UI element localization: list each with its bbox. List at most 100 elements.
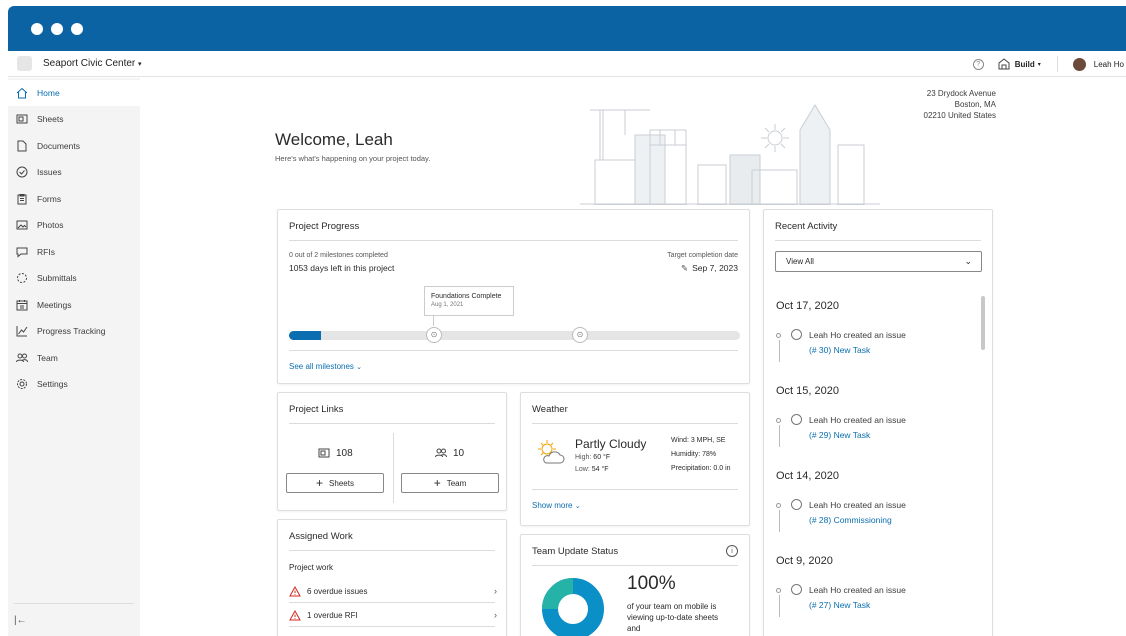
sidebar-item-team[interactable]: Team (8, 345, 140, 371)
card-title: Team Update Status (532, 546, 619, 557)
sidebar-item-label: Photos (37, 220, 64, 230)
show-more-link[interactable]: Show more ⌄ (532, 501, 581, 510)
window-maximize-dot[interactable] (71, 23, 83, 35)
activity-link[interactable]: (# 28) Commissioning (809, 515, 892, 525)
sidebar-divider (14, 603, 134, 604)
low-value: 54 °F (591, 466, 609, 473)
progress-bar-fill (289, 331, 321, 340)
team-count[interactable]: 10 (435, 447, 464, 459)
activity-link[interactable]: (# 27) New Task (809, 600, 870, 610)
target-date-value: Sep 7, 2023 (692, 263, 738, 273)
sidebar-item-photos[interactable]: Photos (8, 212, 140, 238)
button-label: Team (446, 478, 467, 488)
add-team-button[interactable]: + Team (401, 473, 499, 493)
question-circle-icon[interactable]: ? (972, 58, 984, 70)
add-sheets-button[interactable]: + Sheets (286, 473, 384, 493)
timeline-line (779, 425, 780, 447)
issue-check-icon (791, 329, 802, 340)
activity-link[interactable]: (# 30) New Task (809, 345, 870, 355)
line-chart-icon (16, 326, 28, 337)
milestone-marker[interactable]: ⊙ (572, 327, 588, 343)
activity-link[interactable]: (# 29) New Task (809, 430, 870, 440)
issue-check-icon (791, 414, 802, 425)
chevron-down-icon: ▾ (138, 61, 142, 68)
avatar[interactable] (1072, 57, 1086, 71)
see-all-milestones-link[interactable]: See all milestones ⌄ (289, 362, 362, 371)
activity-scrollbar[interactable] (981, 296, 985, 350)
main-content: 23 Drydock Avenue Boston, MA 02210 Unite… (140, 78, 1126, 636)
link-label: See all milestones (289, 362, 354, 371)
card-divider (289, 423, 495, 424)
sidebar-item-sheets[interactable]: Sheets (8, 106, 140, 132)
links-split-divider (393, 433, 394, 503)
address-line: 02210 United States (923, 111, 997, 120)
sheets-icon (16, 114, 28, 124)
activity-filter-select[interactable]: View All ⌄ (775, 251, 982, 272)
sidebar-item-forms[interactable]: Forms (8, 186, 140, 212)
activity-item: Leah Ho created an issue (# 27) New Task (776, 582, 976, 622)
chevron-down-icon: ⌄ (964, 256, 972, 266)
photo-icon (16, 220, 28, 230)
target-date[interactable]: ✎ Sep 7, 2023 (681, 263, 738, 274)
list-item[interactable]: 6 overdue issues › (289, 581, 497, 601)
team-status-percent: 100% (627, 573, 676, 594)
sidebar-item-home[interactable]: Home (8, 80, 140, 106)
activity-text: Leah Ho created an issue (809, 500, 906, 510)
team-update-status-card: Team Update Status i 100% of your team o… (520, 534, 750, 636)
user-name[interactable]: Leah Ho (1094, 60, 1124, 69)
timeline-line (779, 595, 780, 617)
clipboard-icon (17, 194, 27, 205)
timeline-dot (776, 503, 781, 508)
sidebar-item-label: RFIs (37, 247, 55, 257)
assigned-work-card: Assigned Work Project work 6 overdue iss… (277, 519, 507, 636)
sheets-count[interactable]: 108 (318, 447, 353, 459)
chevron-right-icon: › (494, 586, 497, 596)
recent-activity-card: Recent Activity View All ⌄ Oct 17, 2020 … (763, 209, 993, 636)
card-divider (289, 550, 495, 551)
team-icon (16, 353, 28, 363)
weather-precipitation: Precipitation: 0.0 in (671, 465, 731, 472)
sidebar-item-meetings[interactable]: Meetings (8, 292, 140, 318)
sidebar-item-label: Meetings (37, 300, 72, 310)
link-label: Show more (532, 501, 573, 510)
sidebar-item-issues[interactable]: Issues (8, 159, 140, 185)
document-icon (17, 140, 27, 152)
activity-date: Oct 9, 2020 (776, 555, 833, 567)
sidebar-item-documents[interactable]: Documents (8, 133, 140, 159)
button-label: Sheets (329, 478, 354, 488)
partly-cloudy-icon (538, 440, 565, 464)
team-status-description: of your team on mobile is viewing up-to-… (627, 602, 719, 633)
project-links-card: Project Links 108 10 + Sheets + Team (277, 392, 507, 511)
card-divider (289, 350, 738, 351)
project-selector[interactable]: Seaport Civic Center ▾ (43, 58, 142, 69)
app-window: Seaport Civic Center ▾ ? Build ▾ Leah Ho… (8, 6, 1126, 636)
sidebar-item-label: Submittals (37, 273, 77, 283)
pencil-icon: ✎ (681, 263, 689, 273)
milestones-completed: 0 out of 2 milestones completed (289, 252, 388, 259)
milestone-marker[interactable]: ⊙ (426, 327, 442, 343)
weather-high: High: 60 °F (575, 454, 610, 461)
weather-humidity: Humidity: 78% (671, 451, 717, 458)
window-minimize-dot[interactable] (51, 23, 63, 35)
build-menu[interactable]: Build (1015, 60, 1035, 69)
sidebar-item-progress-tracking[interactable]: Progress Tracking (8, 318, 140, 344)
collapse-sidebar-button[interactable]: |← (14, 615, 27, 626)
card-title: Assigned Work (289, 531, 353, 542)
sidebar-item-label: Issues (37, 167, 62, 177)
activity-text: Leah Ho created an issue (809, 585, 906, 595)
address-line: 23 Drydock Avenue (926, 89, 996, 98)
activity-item: Leah Ho created an issue (# 30) New Task (776, 327, 976, 367)
activity-date: Oct 14, 2020 (776, 470, 839, 482)
sidebar-item-label: Team (37, 353, 58, 363)
sidebar-item-submittals[interactable]: Submittals (8, 265, 140, 291)
filter-value: View All (786, 257, 814, 266)
list-item[interactable]: 1 overdue RFI › (289, 605, 497, 625)
window-close-dot[interactable] (31, 23, 43, 35)
sidebar-item-settings[interactable]: Settings (8, 371, 140, 397)
timeline-line (779, 340, 780, 362)
tooltip-stem (433, 316, 434, 326)
sidebar-item-rfis[interactable]: RFIs (8, 239, 140, 265)
activity-date: Oct 17, 2020 (776, 300, 839, 312)
info-icon[interactable]: i (726, 545, 738, 557)
sheets-icon (318, 448, 330, 458)
